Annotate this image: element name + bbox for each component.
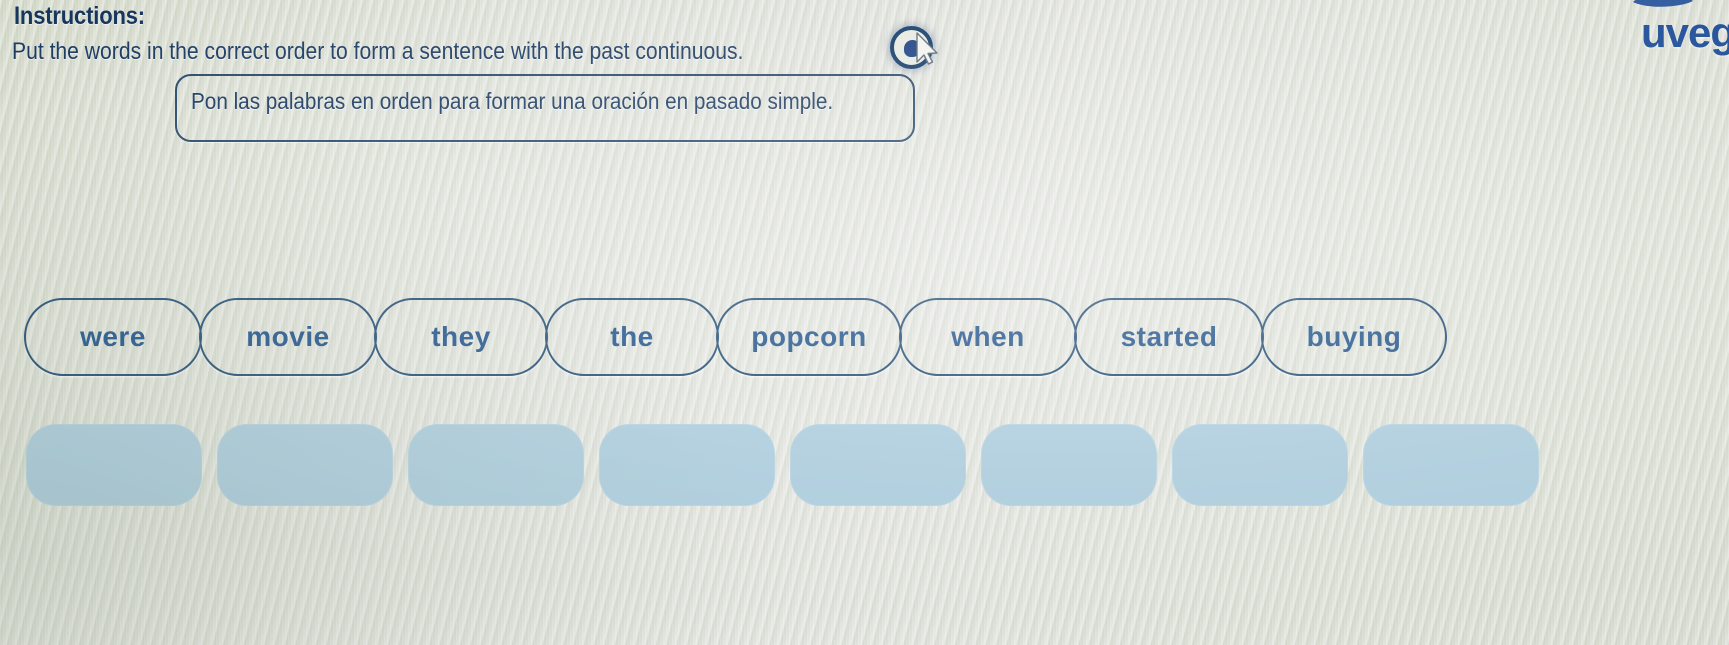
word-pill-label: when [951,321,1025,352]
word-pill[interactable]: popcorn [716,298,902,376]
answer-drop-slot[interactable] [599,424,775,506]
word-pill-label: the [610,321,654,352]
word-pill[interactable]: were [24,298,202,376]
word-pill[interactable]: movie [199,298,377,376]
word-pill-label: popcorn [751,321,867,352]
instruction-text-english: Put the words in the correct order to fo… [12,38,744,65]
answer-drop-slot[interactable] [1172,424,1348,506]
answer-drop-slot[interactable] [981,424,1157,506]
word-pill-label: movie [246,321,330,352]
instruction-text-spanish: Pon las palabras en orden para formar un… [191,88,834,114]
answer-drop-slot[interactable] [217,424,393,506]
answer-drop-slot[interactable] [1363,424,1539,506]
word-pill[interactable]: they [374,298,548,376]
page-title: Instructions: [14,2,145,30]
translation-tooltip: Pon las palabras en orden para formar un… [175,74,915,142]
word-pill[interactable]: the [545,298,719,376]
word-bank: were movie they the popcorn when started buying [24,298,1447,376]
word-pill[interactable]: buying [1261,298,1447,376]
answer-drop-slot[interactable] [408,424,584,506]
word-pill-label: were [80,321,146,352]
word-pill-label: started [1120,321,1218,352]
word-pill-label: they [431,321,491,352]
answer-drop-slot[interactable] [790,424,966,506]
word-pill[interactable]: started [1074,298,1264,376]
answer-slot-row [26,424,1554,506]
word-pill[interactable]: when [899,298,1077,376]
word-pill-label: buying [1306,321,1402,352]
answer-drop-slot[interactable] [26,424,202,506]
mouse-pointer-icon [916,32,938,65]
uveg-logo: uveg [1640,9,1729,56]
